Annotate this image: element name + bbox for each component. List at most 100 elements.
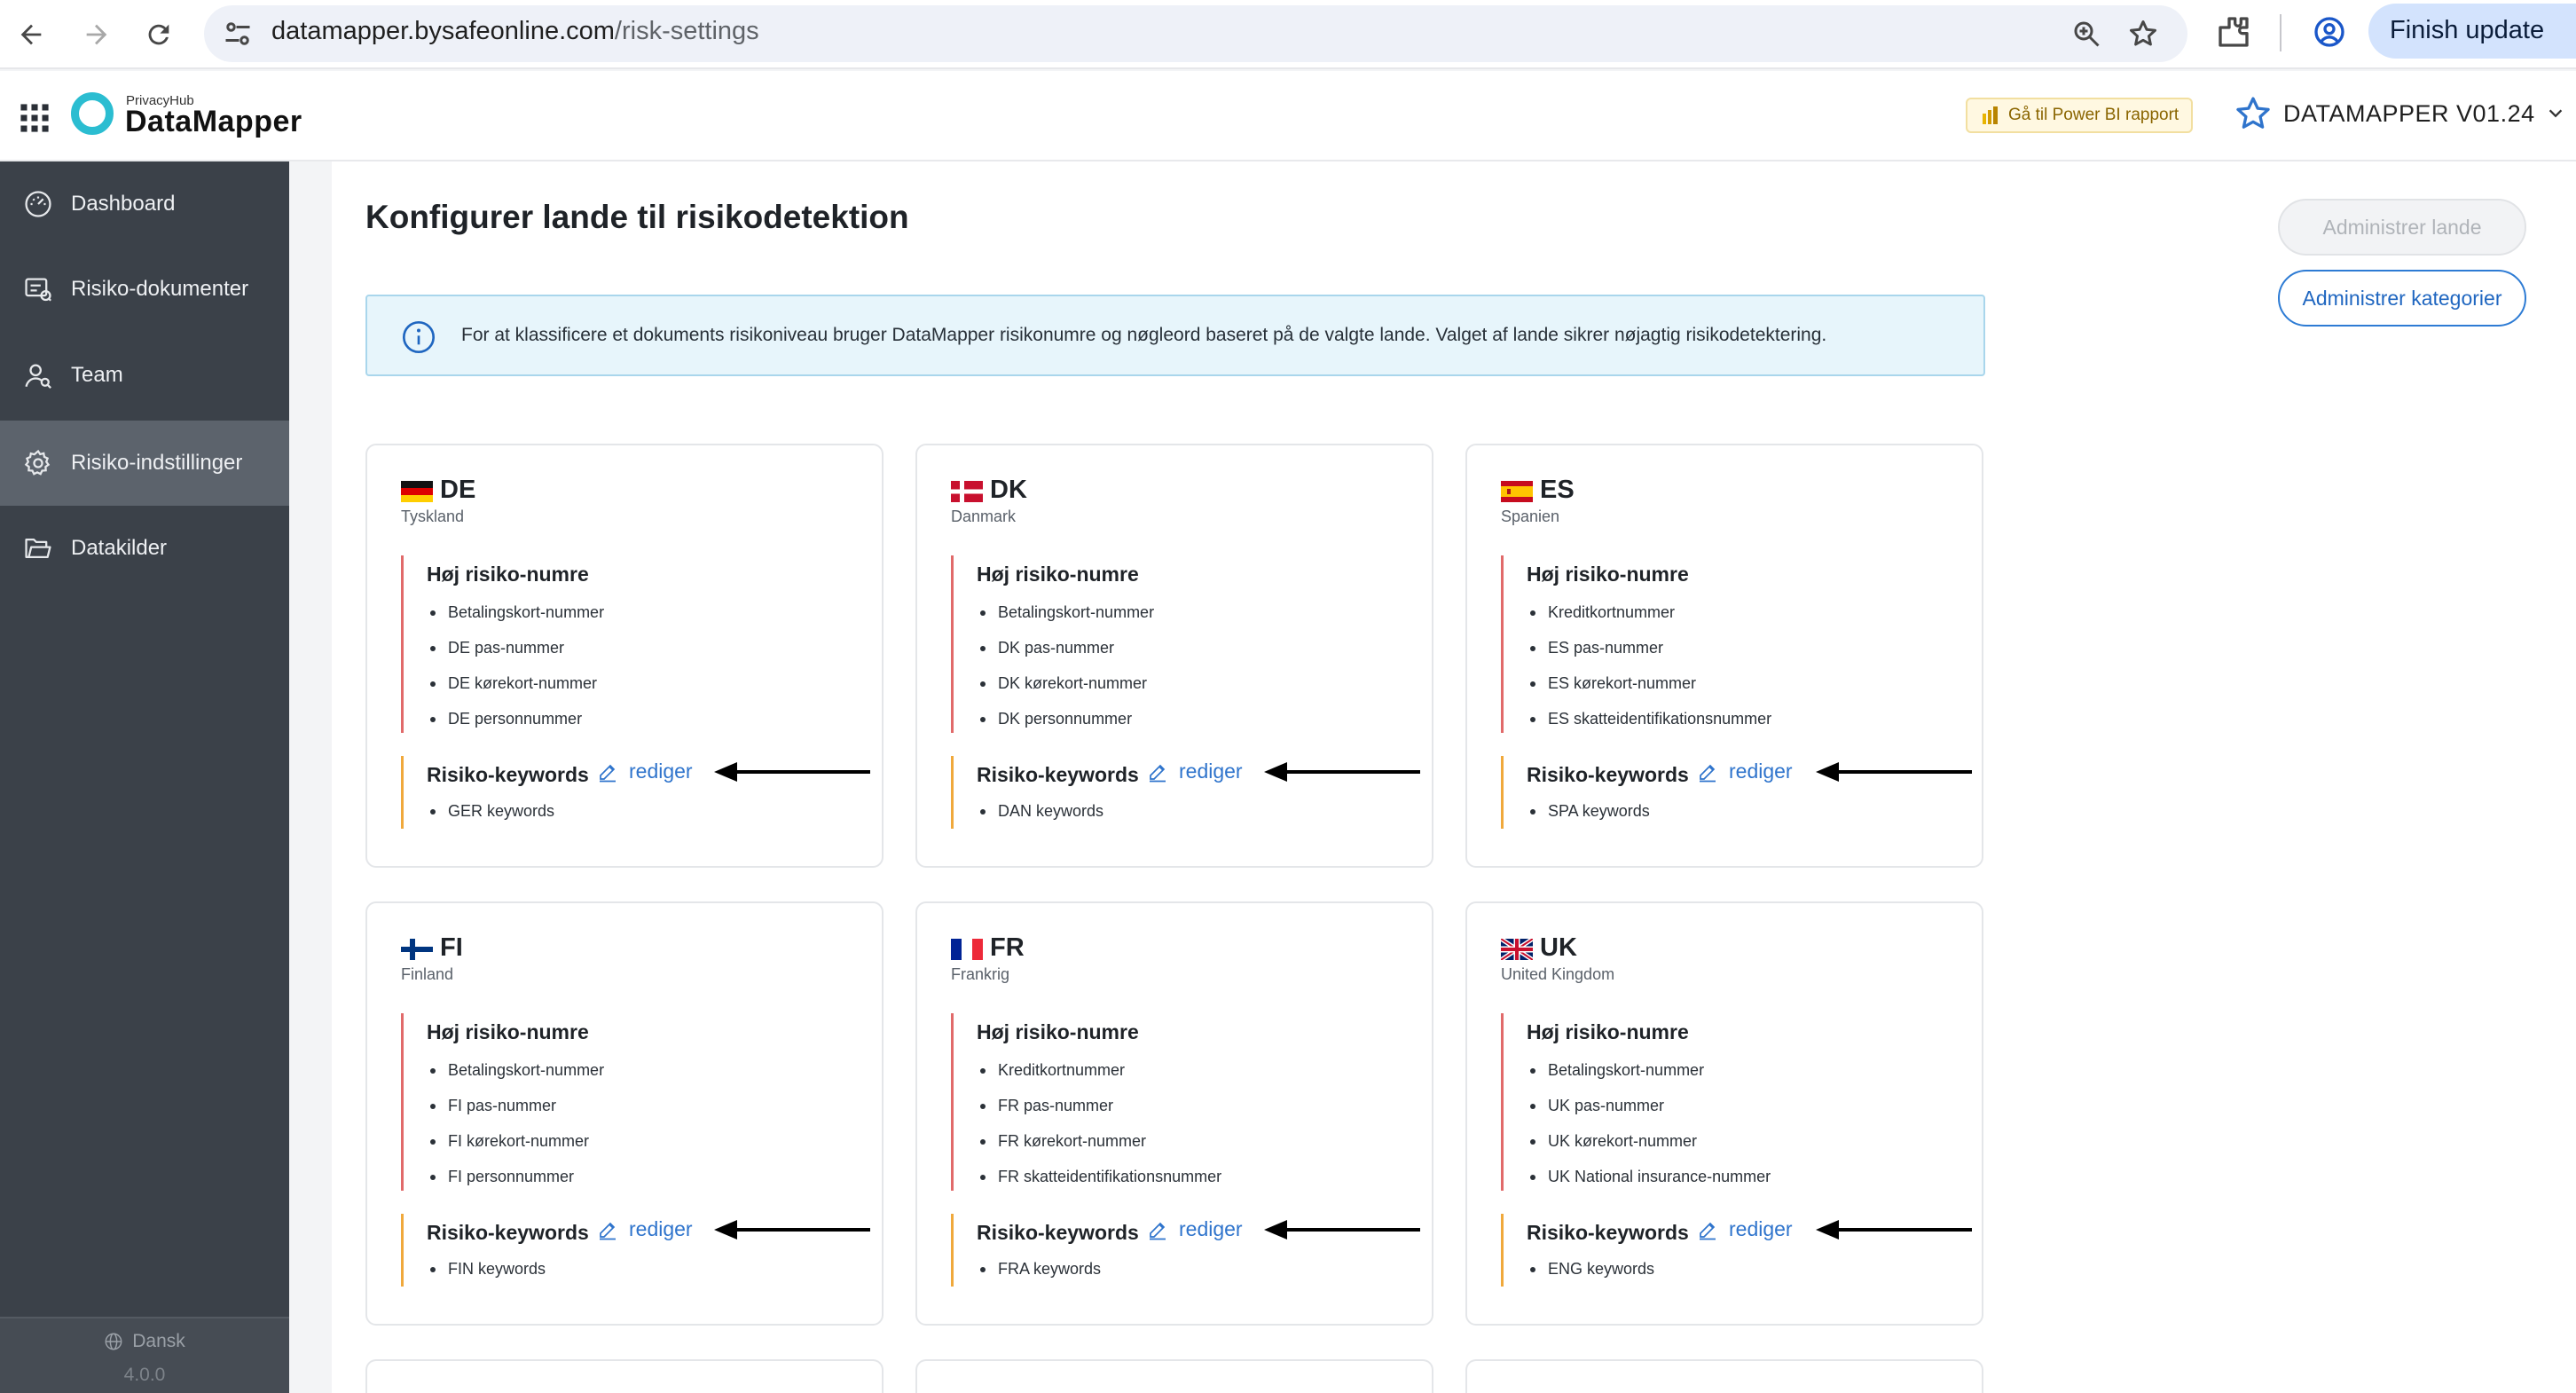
edit-label: rediger — [1179, 759, 1243, 783]
keywords-section: Risiko-keywords rediger FIN keywords — [401, 1214, 870, 1287]
sidebar-item-dashboard[interactable]: Dashboard — [0, 161, 289, 247]
edit-keywords-link[interactable]: rediger — [1147, 759, 1243, 783]
list-item: FRA keywords — [977, 1256, 1101, 1292]
bookmark-star-icon[interactable] — [2127, 18, 2159, 50]
list-item: UK pas-nummer — [1527, 1093, 1771, 1129]
country-card-partial — [915, 1359, 1433, 1393]
language-selector[interactable]: Dansk — [0, 1331, 289, 1352]
list-item: GER keywords — [427, 799, 554, 834]
manage-categories-button[interactable]: Administrer kategorier — [2278, 270, 2526, 327]
brand-name: DataMapper — [125, 105, 302, 138]
page-title: Konfigurer lande til risikodetektion — [365, 199, 909, 235]
high-risk-title: Høj risiko-numre — [977, 563, 1139, 586]
sidebar-item-risk-settings[interactable]: Risiko-indstillinger — [0, 421, 289, 506]
profile-icon[interactable] — [2312, 14, 2347, 50]
list-item: DE kørekort-nummer — [427, 671, 604, 706]
keywords-list: FIN keywords — [427, 1256, 546, 1292]
edit-keywords-link[interactable]: rediger — [597, 1217, 693, 1241]
back-button[interactable] — [7, 11, 55, 59]
project-selector[interactable]: DATAMAPPER V01.24 — [2234, 94, 2565, 133]
sidebar-item-label: Risiko-dokumenter — [71, 277, 249, 301]
high-risk-list: Betalingskort-nummer UK pas-nummer UK kø… — [1527, 1058, 1771, 1200]
gear-icon — [24, 449, 51, 476]
list-item: FI pas-nummer — [427, 1093, 604, 1129]
high-risk-list: Betalingskort-nummer FI pas-nummer FI kø… — [427, 1058, 604, 1200]
keywords-section: Risiko-keywords rediger ENG keywords — [1501, 1214, 1972, 1287]
germany-flag-icon — [401, 481, 433, 502]
list-item: Betalingskort-nummer — [1527, 1058, 1771, 1093]
list-item: FR kørekort-nummer — [977, 1129, 1221, 1164]
keywords-section: Risiko-keywords rediger FRA keywords — [951, 1214, 1420, 1287]
sidebar-item-risk-documents[interactable]: Risiko-dokumenter — [0, 247, 289, 332]
keywords-list: FRA keywords — [977, 1256, 1101, 1292]
keywords-title: Risiko-keywords — [1527, 763, 1689, 786]
country-code: DE — [440, 476, 476, 504]
reload-icon — [148, 24, 169, 45]
browser-toolbar: datamapper.bysafeonline.com/risk-setting… — [0, 0, 2576, 69]
list-item: DK personnummer — [977, 706, 1154, 742]
list-item: ES skatteidentifikationsnummer — [1527, 706, 1771, 742]
high-risk-list: Betalingskort-nummer DE pas-nummer DE kø… — [427, 600, 604, 742]
arrow-left-annotation-icon — [1264, 1220, 1420, 1240]
list-item: UK kørekort-nummer — [1527, 1129, 1771, 1164]
app-header: PrivacyHub DataMapper Gå til Power BI ra… — [0, 71, 2576, 161]
edit-label: rediger — [1729, 1217, 1793, 1240]
favorite-star-icon[interactable] — [2234, 94, 2273, 133]
risk-documents-icon — [25, 278, 51, 302]
list-item: DK pas-nummer — [977, 635, 1154, 671]
list-item: FI kørekort-nummer — [427, 1129, 604, 1164]
apps-grid-icon[interactable] — [20, 103, 50, 133]
pencil-icon — [600, 1222, 616, 1240]
edit-keywords-link[interactable]: rediger — [1147, 1217, 1243, 1241]
address-bar[interactable]: datamapper.bysafeonline.com/risk-setting… — [204, 5, 2187, 62]
country-name: Frankrig — [951, 965, 1010, 983]
high-risk-title: Høj risiko-numre — [427, 1020, 589, 1043]
keywords-title: Risiko-keywords — [427, 1221, 589, 1244]
sidebar-item-label: Team — [71, 363, 123, 387]
keywords-title: Risiko-keywords — [1527, 1221, 1689, 1244]
zoom-icon[interactable] — [2070, 18, 2102, 50]
powerbi-report-button[interactable]: Gå til Power BI rapport — [1966, 98, 2194, 133]
edit-label: rediger — [1179, 1217, 1243, 1240]
sidebar-item-team[interactable]: Team — [0, 333, 289, 418]
forward-button[interactable] — [73, 11, 121, 59]
edit-label: rediger — [629, 759, 693, 783]
high-risk-section: Høj risiko-numre Betalingskort-nummer UK… — [1501, 1013, 1962, 1191]
url-text: datamapper.bysafeonline.com/risk-setting… — [271, 17, 759, 45]
spain-flag-icon — [1501, 481, 1533, 502]
edit-keywords-link[interactable]: rediger — [1697, 1217, 1793, 1241]
manage-countries-button[interactable]: Administrer lande — [2278, 199, 2526, 256]
france-flag-icon — [951, 939, 983, 960]
dashboard-icon — [25, 191, 51, 217]
keywords-title: Risiko-keywords — [427, 763, 589, 786]
denmark-flag-icon — [951, 481, 983, 502]
high-risk-section: Høj risiko-numre Betalingskort-nummer DE… — [401, 555, 862, 733]
extensions-icon[interactable] — [2216, 14, 2251, 50]
edit-keywords-link[interactable]: rediger — [597, 759, 693, 783]
high-risk-title: Høj risiko-numre — [427, 563, 589, 586]
country-card-dk: DK Danmark Høj risiko-numre Betalingskor… — [915, 444, 1433, 868]
country-code: FR — [990, 933, 1025, 962]
team-icon — [25, 364, 51, 389]
app-version: 4.0.0 — [123, 1365, 166, 1385]
finish-update-button[interactable]: Finish update — [2368, 4, 2576, 59]
arrow-right-icon — [86, 24, 107, 45]
reload-button[interactable] — [135, 11, 183, 59]
list-item: ENG keywords — [1527, 1256, 1654, 1292]
toolbar-separator — [2280, 14, 2281, 51]
list-item: FI personnummer — [427, 1164, 604, 1200]
list-item: Kreditkortnummer — [977, 1058, 1221, 1093]
sidebar-item-label: Dashboard — [71, 192, 176, 216]
site-settings-icon[interactable] — [222, 18, 254, 50]
high-risk-section: Høj risiko-numre Kreditkortnummer ES pas… — [1501, 555, 1962, 733]
list-item: Betalingskort-nummer — [427, 600, 604, 635]
country-name: Spanien — [1501, 508, 1560, 525]
sidebar-item-data-sources[interactable]: Datakilder — [0, 506, 289, 591]
powerbi-label: Gå til Power BI rapport — [2008, 106, 2179, 124]
high-risk-list: Betalingskort-nummer DK pas-nummer DK kø… — [977, 600, 1154, 742]
arrow-left-annotation-icon — [1264, 762, 1420, 782]
edit-keywords-link[interactable]: rediger — [1697, 759, 1793, 783]
pencil-icon — [600, 764, 616, 782]
country-card-fi: FI Finland Høj risiko-numre Betalingskor… — [365, 901, 884, 1326]
pencil-icon — [1700, 764, 1716, 782]
